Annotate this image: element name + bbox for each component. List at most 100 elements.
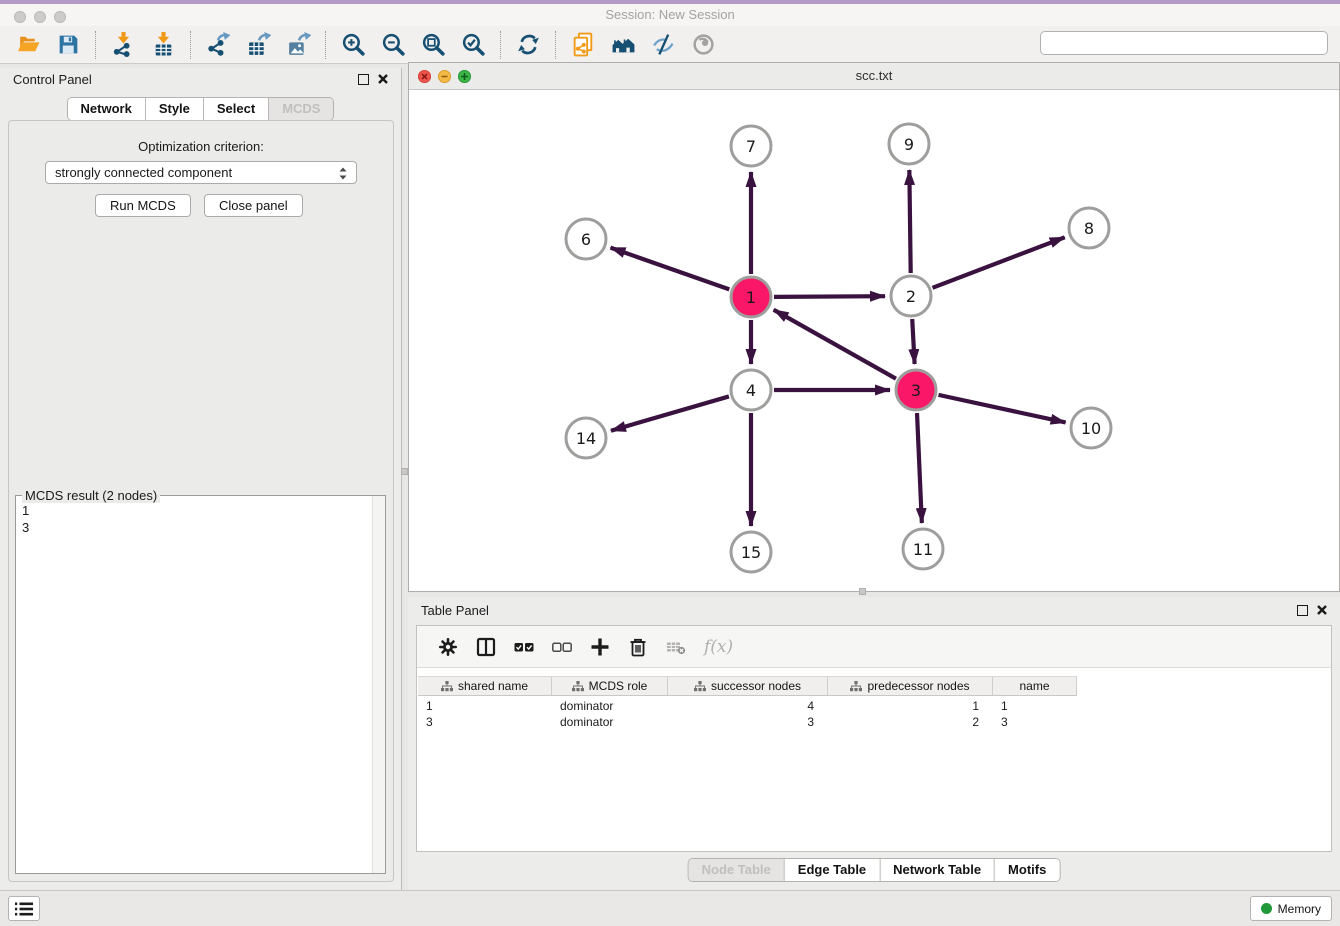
zoom-fit-button[interactable] xyxy=(418,30,448,60)
select-all-rows-button[interactable] xyxy=(510,633,538,661)
horizontal-splitter-handle[interactable] xyxy=(859,588,866,595)
result-item[interactable]: 3 xyxy=(22,519,372,536)
show-columns-button[interactable] xyxy=(472,633,500,661)
graph-node-8[interactable]: 8 xyxy=(1069,208,1109,248)
table-cell[interactable]: dominator xyxy=(552,714,668,730)
graph-node-7[interactable]: 7 xyxy=(731,126,771,166)
delete-table-icon xyxy=(666,637,686,657)
network-minimize-icon[interactable] xyxy=(438,70,451,83)
network-list-button[interactable] xyxy=(8,896,40,921)
graph-node-3[interactable]: 3 xyxy=(896,370,936,410)
zoom-selected-button[interactable] xyxy=(458,30,488,60)
graph-edge-2-3[interactable] xyxy=(912,319,914,364)
network-close-icon[interactable] xyxy=(418,70,431,83)
network-maximize-icon[interactable] xyxy=(458,70,471,83)
graph-node-4[interactable]: 4 xyxy=(731,370,771,410)
table-row[interactable]: 3dominator323 xyxy=(418,714,1077,730)
table-cell[interactable]: 3 xyxy=(418,714,552,730)
network-canvas[interactable]: 7 9 6 8 1 2 4 3 14 10 15 11 xyxy=(409,90,1339,591)
tab-network-table[interactable]: Network Table xyxy=(879,859,994,881)
table-panel-float-icon[interactable] xyxy=(1297,605,1308,616)
graph-edge-1-2[interactable] xyxy=(774,296,885,297)
window-minimize-icon[interactable] xyxy=(34,11,46,23)
table-cell[interactable]: dominator xyxy=(552,698,668,714)
hide-selected-button[interactable] xyxy=(648,30,678,60)
table-row[interactable]: 1dominator411 xyxy=(418,698,1077,714)
memory-button[interactable]: Memory xyxy=(1250,896,1332,921)
graph-edge-1-6[interactable] xyxy=(611,248,730,290)
control-panel-tabs: NetworkStyleSelectMCDS xyxy=(67,97,335,121)
graph-node-6[interactable]: 6 xyxy=(566,219,606,259)
import-network-button[interactable] xyxy=(108,30,138,60)
result-item[interactable]: 1 xyxy=(22,502,372,519)
column-header-shared-name[interactable]: shared name xyxy=(418,677,552,695)
vertical-splitter-handle[interactable] xyxy=(401,468,408,475)
graph-edge-3-10[interactable] xyxy=(938,395,1065,423)
mcds-result-box: MCDS result (2 nodes) 13 xyxy=(15,495,386,874)
tab-edge-table[interactable]: Edge Table xyxy=(784,859,879,881)
column-header-name[interactable]: name xyxy=(993,677,1077,695)
run-mcds-button[interactable]: Run MCDS xyxy=(95,194,191,217)
table-settings-button[interactable] xyxy=(434,633,462,661)
column-header-successor-nodes[interactable]: successor nodes xyxy=(668,677,828,695)
graph-edge-4-14[interactable] xyxy=(611,396,729,430)
create-column-button[interactable] xyxy=(586,633,614,661)
export-table-button[interactable] xyxy=(243,30,273,60)
import-table-button[interactable] xyxy=(148,30,178,60)
table-cell[interactable]: 3 xyxy=(668,714,828,730)
export-network-button[interactable] xyxy=(203,30,233,60)
table-panel-close-icon[interactable] xyxy=(1315,604,1328,617)
graph-edge-3-11[interactable] xyxy=(917,413,922,523)
tab-mcds[interactable]: MCDS xyxy=(268,98,333,120)
result-scrollbar[interactable] xyxy=(372,496,385,873)
graph-node-label: 4 xyxy=(746,381,756,400)
window-close-icon[interactable] xyxy=(14,11,26,23)
graph-node-14[interactable]: 14 xyxy=(566,418,606,458)
delete-column-button[interactable] xyxy=(624,633,652,661)
delete-table-button[interactable] xyxy=(662,633,690,661)
tab-motifs[interactable]: Motifs xyxy=(994,859,1059,881)
network-window-titlebar[interactable]: scc.txt xyxy=(409,63,1339,90)
table-cell[interactable]: 4 xyxy=(668,698,828,714)
table-cell[interactable]: 1 xyxy=(828,698,993,714)
column-header-MCDS-role[interactable]: MCDS role xyxy=(552,677,668,695)
zoom-in-button[interactable] xyxy=(338,30,368,60)
table-cell[interactable]: 1 xyxy=(418,698,552,714)
show-all-button[interactable] xyxy=(608,30,638,60)
window-zoom-icon[interactable] xyxy=(54,11,66,23)
table-cell[interactable]: 3 xyxy=(993,714,1077,730)
show-hidden-button[interactable] xyxy=(688,30,718,60)
control-panel-float-icon[interactable] xyxy=(358,74,369,85)
search-input[interactable] xyxy=(1040,31,1328,55)
criterion-select[interactable]: strongly connected component xyxy=(45,161,357,184)
open-session-button[interactable] xyxy=(13,30,43,60)
save-session-button[interactable] xyxy=(53,30,83,60)
tab-node-table[interactable]: Node Table xyxy=(689,859,784,881)
column-header-predecessor-nodes[interactable]: predecessor nodes xyxy=(828,677,993,695)
zoom-out-button[interactable] xyxy=(378,30,408,60)
table-cell[interactable]: 1 xyxy=(993,698,1077,714)
clone-network-button[interactable] xyxy=(568,30,598,60)
table-toolbar: f(x) xyxy=(417,626,1331,668)
tab-select[interactable]: Select xyxy=(203,98,268,120)
graph-edge-3-1[interactable] xyxy=(774,310,896,379)
graph-node-2[interactable]: 2 xyxy=(891,276,931,316)
close-panel-button[interactable]: Close panel xyxy=(204,194,303,217)
tab-style[interactable]: Style xyxy=(145,98,203,120)
column-header-label: predecessor nodes xyxy=(867,679,969,693)
tab-network[interactable]: Network xyxy=(68,98,145,120)
graph-edge-2-9[interactable] xyxy=(909,170,910,273)
graph-edge-2-8[interactable] xyxy=(932,237,1064,288)
table-cell[interactable]: 2 xyxy=(828,714,993,730)
graph-node-1[interactable]: 1 xyxy=(731,277,771,317)
deselect-all-rows-button[interactable] xyxy=(548,633,576,661)
function-builder-button[interactable]: f(x) xyxy=(700,633,737,661)
export-image-button[interactable] xyxy=(283,30,313,60)
mcds-result-list[interactable]: 13 xyxy=(16,498,372,873)
apply-layout-button[interactable] xyxy=(513,30,543,60)
graph-node-9[interactable]: 9 xyxy=(889,124,929,164)
graph-node-10[interactable]: 10 xyxy=(1071,408,1111,448)
graph-node-11[interactable]: 11 xyxy=(903,529,943,569)
control-panel-close-icon[interactable] xyxy=(376,73,389,86)
graph-node-15[interactable]: 15 xyxy=(731,532,771,572)
